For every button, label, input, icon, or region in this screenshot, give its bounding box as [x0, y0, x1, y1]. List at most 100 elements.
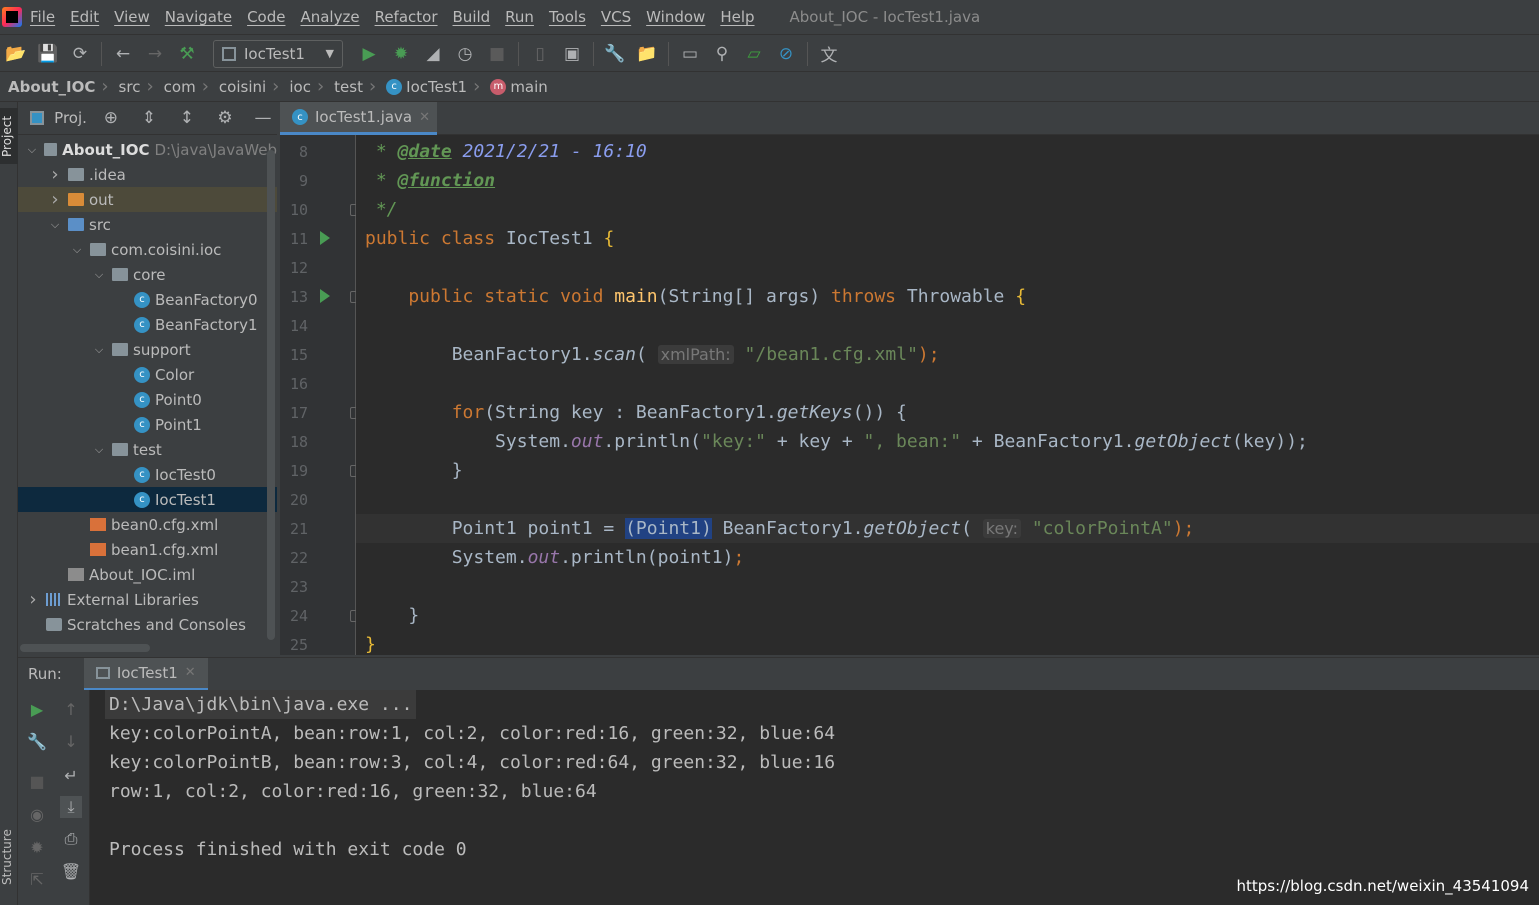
menu-vcs[interactable]: VCS: [601, 8, 631, 26]
tree-item[interactable]: c BeanFactory0: [18, 287, 277, 312]
back-icon[interactable]: ←: [110, 41, 136, 67]
menu-view[interactable]: View: [114, 8, 150, 26]
scroll-to-end-icon[interactable]: ⤓: [60, 796, 82, 818]
stop-icon[interactable]: ■: [26, 770, 48, 792]
search-icon[interactable]: ⚲: [709, 41, 735, 67]
translate-icon[interactable]: 文: [816, 41, 842, 67]
forward-icon[interactable]: →: [142, 41, 168, 67]
tree-item[interactable]: c Color: [18, 362, 277, 387]
chevron-right-icon[interactable]: ›: [26, 589, 40, 610]
project-tool-tab[interactable]: Project: [0, 108, 18, 164]
chevron-right-icon[interactable]: ›: [48, 189, 62, 210]
breadcrumb-item[interactable]: src: [95, 76, 141, 97]
tree-item[interactable]: › out: [18, 187, 277, 212]
tree-item[interactable]: c IocTest1: [18, 487, 277, 512]
tree-item[interactable]: About_IOC.iml: [18, 562, 277, 587]
tree-item[interactable]: ⌵ src: [18, 212, 277, 237]
terminal-icon[interactable]: ▭: [677, 41, 703, 67]
locate-icon[interactable]: ⊕: [100, 105, 122, 131]
close-icon[interactable]: ✕: [419, 110, 430, 125]
tree-item[interactable]: c IocTest0: [18, 462, 277, 487]
tree-item[interactable]: › .idea: [18, 162, 277, 187]
tree-item[interactable]: ⌵ About_IOC D:\java\JavaWeb: [18, 137, 277, 162]
expand-all-icon[interactable]: ⇕: [138, 105, 160, 131]
save-icon[interactable]: 💾: [35, 41, 61, 67]
menu-navigate[interactable]: Navigate: [165, 8, 232, 26]
breadcrumb-item[interactable]: About_IOC: [8, 78, 95, 96]
tree-item[interactable]: bean1.cfg.xml: [18, 537, 277, 562]
rerun-icon[interactable]: ▶: [26, 698, 48, 720]
tree-item[interactable]: c Point0: [18, 387, 277, 412]
menu-file[interactable]: File: [30, 8, 55, 26]
breadcrumb-item[interactable]: coisini: [196, 76, 266, 97]
tree-item[interactable]: bean0.cfg.xml: [18, 512, 277, 537]
breadcrumb-item[interactable]: mmain: [467, 76, 548, 97]
monitor-icon[interactable]: ▱: [741, 41, 767, 67]
menu-edit[interactable]: Edit: [70, 8, 99, 26]
run-tab-ioctest1[interactable]: IocTest1 ✕: [83, 657, 208, 691]
up-arrow-icon[interactable]: ↑: [60, 698, 82, 720]
breadcrumb-item[interactable]: com: [140, 76, 196, 97]
chevron-right-icon[interactable]: ›: [48, 164, 62, 185]
breadcrumb-item[interactable]: test: [311, 76, 363, 97]
gear-icon[interactable]: ⚙: [214, 105, 236, 131]
print-icon[interactable]: ⎙: [60, 828, 82, 850]
debug-icon[interactable]: ✹: [26, 836, 48, 858]
menu-tools[interactable]: Tools: [549, 8, 586, 26]
coverage-icon[interactable]: ◢: [420, 41, 446, 67]
no-icon[interactable]: ⊘: [773, 41, 799, 67]
breadcrumb-item[interactable]: ioc: [266, 76, 311, 97]
menu-build[interactable]: Build: [453, 8, 491, 26]
run-config-select[interactable]: IocTest1 ▼: [213, 39, 343, 68]
project-h-scrollbar[interactable]: [20, 644, 150, 652]
tree-item[interactable]: ⌵ support: [18, 337, 277, 362]
tree-item[interactable]: ⌵ test: [18, 437, 277, 462]
sync-icon[interactable]: ⟳: [67, 41, 93, 67]
device-icon[interactable]: ▯: [527, 41, 553, 67]
menu-analyze[interactable]: Analyze: [300, 8, 359, 26]
run-icon[interactable]: ▶: [356, 41, 382, 67]
structure-tool-tab[interactable]: Structure: [0, 817, 18, 897]
build-hammer-icon[interactable]: ⚒: [174, 41, 200, 67]
wrench-icon[interactable]: 🔧: [26, 730, 48, 752]
exit-icon[interactable]: ⇱: [26, 868, 48, 890]
code-editor[interactable]: * @date 2021/2/21 - 16:10 * @function */…: [356, 135, 1539, 655]
chevron-down-icon[interactable]: ⌵: [26, 143, 38, 157]
tree-item[interactable]: ⌵ com.coisini.ioc: [18, 237, 277, 262]
tab-ioctest1-java[interactable]: c IocTest1.java ✕: [280, 102, 437, 135]
chevron-down-icon[interactable]: ⌵: [92, 343, 106, 357]
sdk-icon[interactable]: ▣: [559, 41, 585, 67]
console-output[interactable]: D:\Java\jdk\bin\java.exe ... key:colorPoi…: [90, 690, 1539, 905]
run-gutter-icon[interactable]: [320, 231, 330, 245]
chevron-down-icon[interactable]: ⌵: [92, 268, 106, 282]
close-icon[interactable]: ✕: [185, 665, 196, 680]
menu-help[interactable]: Help: [720, 8, 754, 26]
soft-wrap-icon[interactable]: ↵: [60, 764, 82, 786]
menu-run[interactable]: Run: [505, 8, 534, 26]
stop-icon[interactable]: ■: [484, 41, 510, 67]
chevron-down-icon[interactable]: ⌵: [92, 443, 106, 457]
collapse-all-icon[interactable]: ↕: [176, 105, 198, 131]
settings-wrench-icon[interactable]: 🔧: [602, 41, 628, 67]
menu-refactor[interactable]: Refactor: [375, 8, 438, 26]
chevron-down-icon[interactable]: ⌵: [70, 243, 84, 257]
camera-icon[interactable]: ◉: [26, 803, 48, 825]
open-icon[interactable]: 📂: [3, 41, 29, 67]
trash-icon[interactable]: 🗑: [60, 860, 82, 882]
project-structure-icon[interactable]: 📁: [634, 41, 660, 67]
profile-icon[interactable]: ◷: [452, 41, 478, 67]
down-arrow-icon[interactable]: ↓: [60, 730, 82, 752]
tree-item[interactable]: ⌵ core: [18, 262, 277, 287]
hide-icon[interactable]: —: [252, 105, 274, 131]
menu-window[interactable]: Window: [646, 8, 705, 26]
tree-item[interactable]: c Point1: [18, 412, 277, 437]
run-gutter-icon[interactable]: [320, 289, 330, 303]
tree-item[interactable]: c BeanFactory1: [18, 312, 277, 337]
debug-icon[interactable]: ✹: [388, 41, 414, 67]
tree-item[interactable]: › External Libraries: [18, 587, 277, 612]
chevron-down-icon[interactable]: ⌵: [48, 218, 62, 232]
project-view-select[interactable]: Proj.: [54, 109, 87, 127]
project-scrollbar[interactable]: [267, 150, 275, 640]
menu-code[interactable]: Code: [247, 8, 285, 26]
tree-item[interactable]: Scratches and Consoles: [18, 612, 277, 637]
